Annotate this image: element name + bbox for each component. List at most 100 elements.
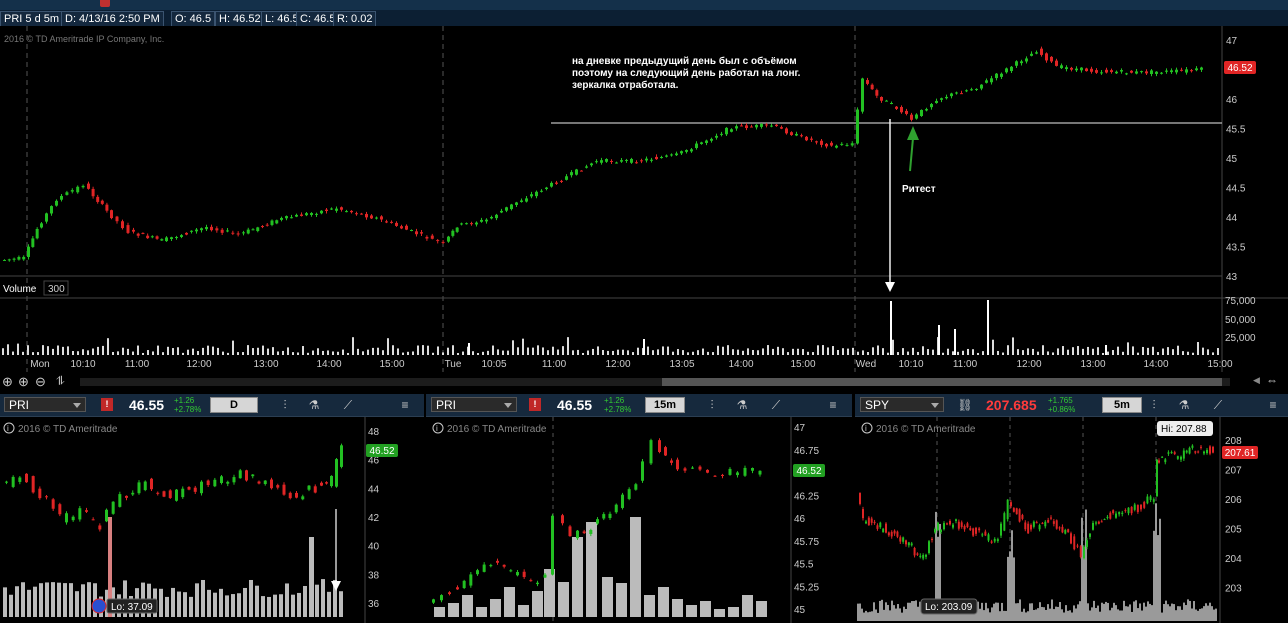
candle-body <box>232 477 236 483</box>
candle-body <box>1156 459 1158 497</box>
volume-bar <box>512 340 514 355</box>
candle-body <box>925 554 927 557</box>
volume-bar <box>983 610 985 621</box>
middle-studies-icon[interactable]: ⫶ <box>704 397 720 413</box>
left-studies-icon[interactable]: ⫶ <box>277 397 293 413</box>
volume-bar <box>1021 611 1023 621</box>
right-link-icon[interactable]: ⛓ <box>957 397 973 413</box>
middle-aggregation[interactable]: 15m <box>645 397 685 413</box>
volume-bar <box>1181 609 1183 621</box>
candle-body <box>126 225 130 233</box>
right-drawings-icon[interactable]: ⟋ <box>1210 397 1226 413</box>
candle-body <box>706 469 709 473</box>
alert-icon[interactable] <box>100 0 110 7</box>
candle-body <box>430 235 434 239</box>
volume-spike <box>987 300 989 355</box>
scroll-thumb[interactable] <box>662 378 1222 386</box>
right-symbol-selector[interactable]: SPY <box>860 397 944 412</box>
candle-body <box>295 214 298 217</box>
volume-bar <box>422 345 424 355</box>
left-daily-chart[interactable]: i 2016 © TD Ameritrade Lo: 37.09 48 46 44 4… <box>0 417 424 623</box>
candle-body <box>960 522 963 527</box>
candle-body <box>952 524 954 528</box>
candle-body <box>691 467 694 469</box>
volume-bar <box>448 603 459 617</box>
candle-body <box>780 127 783 129</box>
right-studies-icon[interactable]: ⫶ <box>1146 397 1162 413</box>
middle-drawings-icon[interactable]: ⟋ <box>768 397 784 413</box>
candle-body <box>195 229 198 232</box>
right-aggregation[interactable]: 5m <box>1102 397 1142 413</box>
middle-symbol-selector[interactable]: PRI <box>431 397 517 412</box>
volume-bar <box>692 351 694 355</box>
middle-15m-chart[interactable]: i 2016 © TD Ameritrade 4746.7546.546.254… <box>426 417 852 623</box>
volume-bar <box>1165 600 1167 621</box>
left-flask-icon[interactable]: ⚗ <box>306 397 322 413</box>
left-menu-icon[interactable]: ≡ <box>397 397 413 413</box>
volume-spike <box>890 301 892 355</box>
volume-bar <box>862 350 864 355</box>
left-aggregation[interactable]: D <box>210 397 258 413</box>
left-symbol-selector[interactable]: PRI <box>4 397 86 412</box>
time-tick: 12:00 <box>186 359 211 370</box>
scroll-left-icon[interactable]: ◀ <box>1253 375 1260 386</box>
candle-body <box>934 528 936 533</box>
price-tick: 46 <box>368 456 380 467</box>
candle-body <box>118 494 122 507</box>
volume-bar <box>1201 608 1203 621</box>
zoom-out-icon[interactable]: ⊖ <box>35 374 46 390</box>
volume-bar <box>817 345 819 355</box>
candle-body <box>879 522 882 528</box>
candle-body <box>670 154 673 156</box>
volume-bar <box>1212 352 1214 355</box>
candle-body <box>1035 522 1038 524</box>
candle-body <box>993 538 996 542</box>
main-price-chart[interactable]: 2016 © TD Ameritrade IP Company, Inc. на… <box>0 26 1288 372</box>
volume-bar <box>1135 600 1137 621</box>
zoom-in-icon[interactable]: ⊕ <box>18 374 29 390</box>
candle-body <box>1050 56 1053 62</box>
candle-body <box>610 160 613 162</box>
candle-body <box>238 470 242 479</box>
candle-body <box>627 489 631 499</box>
scroll-track[interactable] <box>80 378 1230 386</box>
right-flask-icon[interactable]: ⚗ <box>1176 397 1192 413</box>
middle-alert-icon[interactable]: ! <box>529 398 541 411</box>
volume-bar <box>1105 601 1107 621</box>
candle-body <box>945 96 948 99</box>
left-event-icon[interactable] <box>91 598 107 614</box>
scale-icon[interactable]: ⥮ <box>56 374 65 389</box>
candle-body <box>621 494 624 508</box>
middle-menu-icon[interactable]: ≡ <box>825 397 841 413</box>
candle-body <box>522 571 526 578</box>
crosshair-icon[interactable]: ⊕ <box>2 374 13 390</box>
candle-body <box>856 109 859 144</box>
candle-body <box>76 186 80 193</box>
volume-spike <box>309 537 314 617</box>
svg-text:207.61: 207.61 <box>1225 448 1256 459</box>
candle-body <box>226 230 229 232</box>
chart-symbol-title[interactable]: PRI 5 d 5m <box>0 11 64 27</box>
left-drawings-icon[interactable]: ⟋ <box>340 397 356 413</box>
candle-body <box>895 106 898 109</box>
price-tick: 45.5 <box>1226 125 1246 136</box>
right-spy-chart[interactable]: i 2016 © TD Ameritrade Hi: 207.88 Lo: 20… <box>855 417 1288 623</box>
volume-bar <box>616 583 627 617</box>
volume-bar <box>207 589 211 617</box>
volume-bar <box>1137 608 1139 621</box>
volume-bar <box>81 584 85 617</box>
volume-bar <box>1111 607 1113 621</box>
right-menu-icon[interactable]: ≡ <box>1265 397 1281 413</box>
candle-body <box>1085 68 1088 72</box>
volume-bar <box>1199 608 1201 621</box>
candle-body <box>728 468 732 475</box>
volume-bar <box>1207 349 1209 355</box>
volume-bar <box>291 594 295 617</box>
left-alert-icon[interactable]: ! <box>101 398 113 411</box>
bar-open: O: 46.5 <box>171 11 216 27</box>
middle-flask-icon[interactable]: ⚗ <box>734 397 750 413</box>
volume-bar <box>62 346 64 355</box>
time-tick: 15:00 <box>1207 359 1232 370</box>
candle-body <box>1065 67 1068 70</box>
expand-icon[interactable]: ⇔ <box>1266 373 1278 387</box>
